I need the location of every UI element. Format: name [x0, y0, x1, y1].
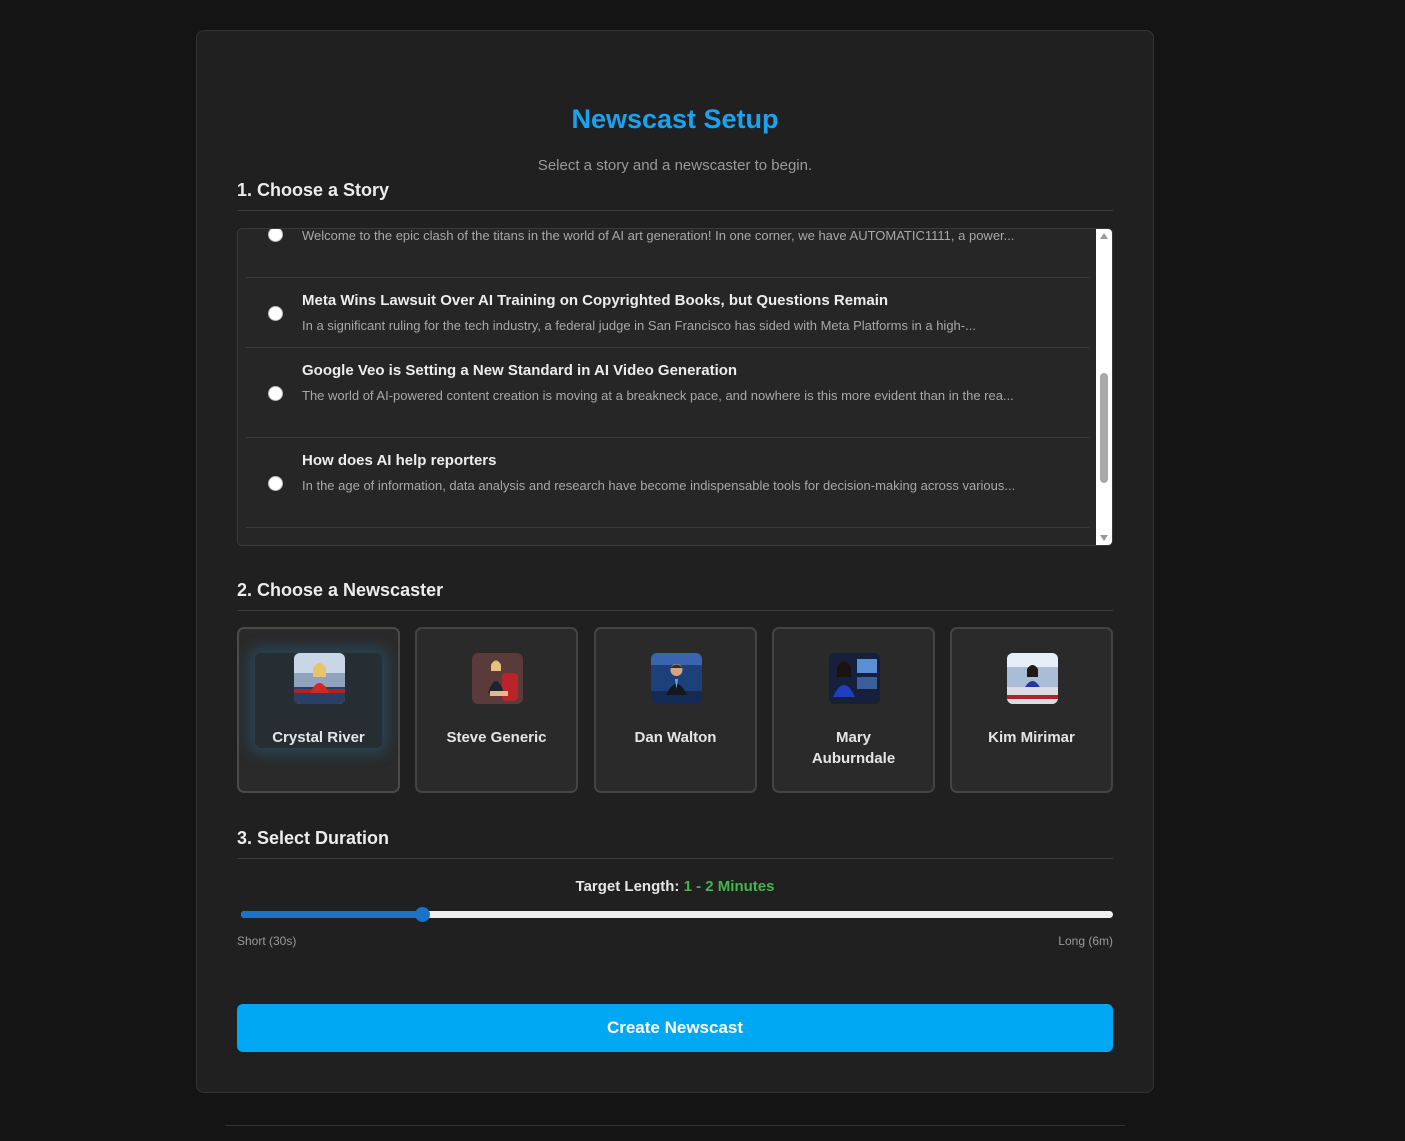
section-heading-story: 1. Choose a Story — [237, 180, 1113, 211]
story-title: How does AI help reporters — [302, 452, 497, 469]
anchor-woman-blue-icon — [829, 653, 880, 704]
newscaster-name: Crystal River — [272, 729, 365, 746]
story-list[interactable]: Welcome to the epic clash of the titans … — [237, 228, 1113, 546]
slider-handle[interactable] — [414, 907, 430, 922]
page-subtitle: Select a story and a newscaster to begin… — [537, 157, 813, 174]
divider — [225, 1125, 1125, 1126]
story-title: Google Veo is Setting a New Standard in … — [302, 362, 738, 379]
anchor-woman-desk-icon — [1007, 653, 1058, 704]
story-item[interactable]: How does AI help reporters In the age of… — [246, 438, 1089, 528]
anchor-woman-seated-icon — [472, 653, 523, 704]
story-snippet: The world of AI-powered content creation… — [302, 388, 1014, 403]
story-title: Meta Wins Lawsuit Over AI Training on Co… — [302, 292, 889, 309]
story-radio[interactable] — [268, 229, 283, 242]
scroll-up-arrow-icon[interactable] — [1100, 233, 1108, 239]
story-list-scrollbar[interactable] — [1096, 229, 1112, 545]
newscaster-card-kim-mirimar[interactable]: Kim Mirimar — [950, 627, 1113, 793]
anchor-woman-red-icon — [294, 653, 345, 704]
story-item[interactable]: Welcome to the epic clash of the titans … — [246, 228, 1089, 278]
story-radio[interactable] — [268, 306, 283, 321]
story-snippet: In the age of information, data analysis… — [302, 478, 1016, 493]
scrollbar-thumb[interactable] — [1100, 373, 1108, 483]
story-item[interactable]: Google Veo is Setting a New Standard in … — [246, 348, 1089, 438]
target-length-value: 1 - 2 Minutes — [683, 878, 775, 895]
setup-panel: Newscast Setup Select a story and a news… — [196, 30, 1154, 1093]
newscaster-card-dan-walton[interactable]: Dan Walton — [594, 627, 757, 793]
newscaster-grid: Crystal River Steve Generic Dan Walton M… — [237, 627, 1113, 793]
scroll-down-arrow-icon[interactable] — [1100, 535, 1108, 541]
create-newscast-button[interactable]: Create Newscast — [237, 1004, 1113, 1052]
newscaster-name: Kim Mirimar — [988, 729, 1075, 746]
story-snippet: In a significant ruling for the tech ind… — [302, 318, 976, 333]
newscaster-name: Mary Auburndale — [811, 729, 896, 767]
newscaster-card-steve-generic[interactable]: Steve Generic — [415, 627, 578, 793]
target-length: Target Length: 1 - 2 Minutes — [197, 878, 1153, 895]
story-radio[interactable] — [268, 386, 283, 401]
story-radio[interactable] — [268, 476, 283, 491]
anchor-man-icon — [651, 653, 702, 704]
section-heading-newscaster: 2. Choose a Newscaster — [237, 580, 1113, 611]
newscaster-name: Dan Walton — [634, 729, 717, 746]
duration-max-label: Long (6m) — [1058, 934, 1113, 948]
page-title: Newscast Setup — [571, 104, 779, 134]
duration-slider[interactable] — [241, 907, 1113, 922]
target-length-label: Target Length: — [575, 878, 680, 895]
slider-fill — [241, 911, 422, 918]
story-item[interactable]: Meta Wins Lawsuit Over AI Training on Co… — [246, 278, 1089, 348]
newscaster-card-mary-auburndale[interactable]: Mary Auburndale — [772, 627, 935, 793]
story-snippet: Welcome to the epic clash of the titans … — [302, 228, 1015, 243]
section-heading-duration: 3. Select Duration — [237, 828, 1113, 859]
newscaster-card-crystal-river[interactable]: Crystal River — [237, 627, 400, 793]
duration-min-label: Short (30s) — [237, 934, 297, 948]
newscaster-name: Steve Generic — [446, 729, 547, 746]
